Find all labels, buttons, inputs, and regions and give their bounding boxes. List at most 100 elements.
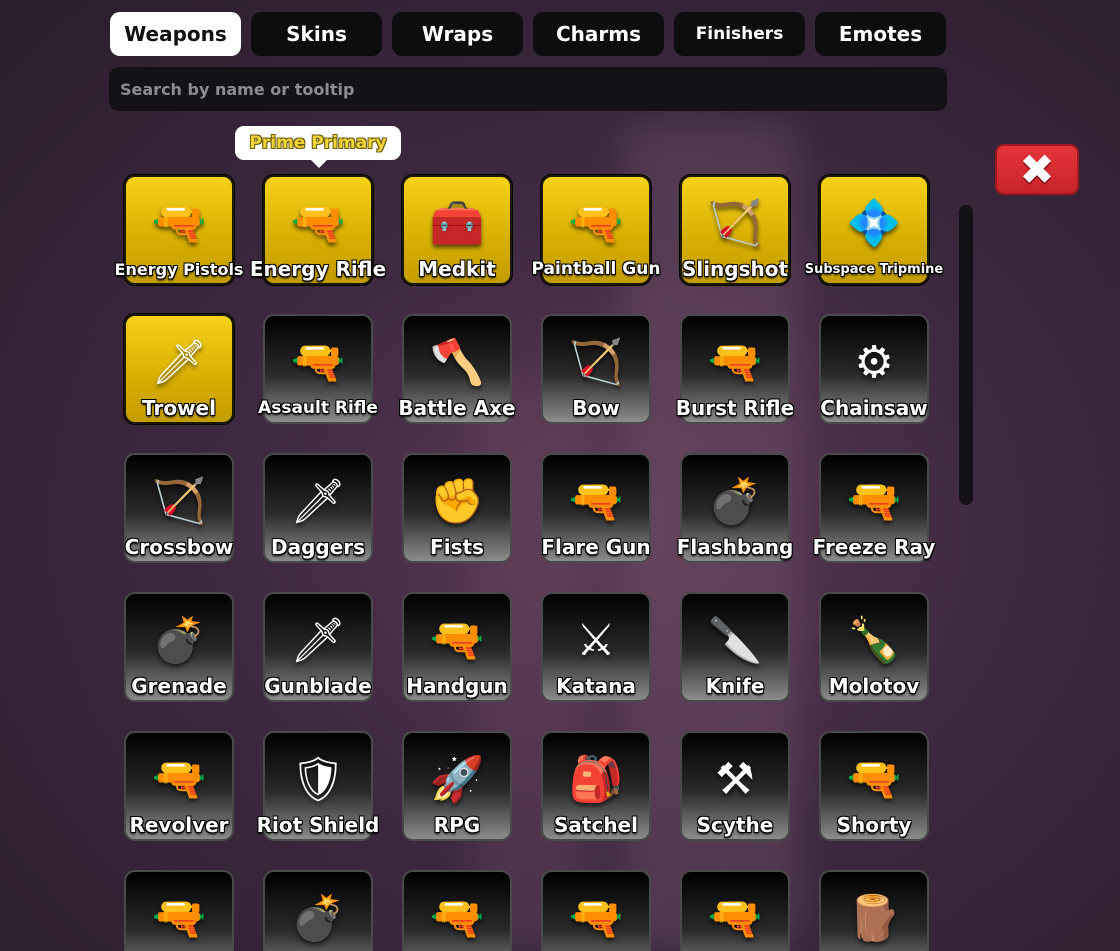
- weapon-icon: 🏹: [568, 336, 624, 388]
- scrollbar[interactable]: [959, 205, 973, 505]
- weapon-label: Flare Gun: [541, 535, 651, 559]
- weapon-label: Shorty: [836, 813, 912, 837]
- weapon-slot[interactable]: ⚔ Katana: [541, 592, 651, 702]
- tab-charms[interactable]: Charms: [533, 12, 664, 56]
- weapon-slot[interactable]: ✊ Fists: [402, 453, 512, 563]
- tab-weapons[interactable]: Weapons: [110, 12, 241, 56]
- weapon-icon: 🔫: [290, 197, 346, 249]
- weapon-icon: 🗡: [151, 336, 207, 388]
- weapon-slot[interactable]: 🪓 Battle Axe: [398, 314, 516, 424]
- weapon-slot[interactable]: 🏹 Crossbow: [124, 453, 234, 563]
- weapon-icon: 🔫: [151, 753, 207, 805]
- weapon-icon: 🪵: [846, 892, 902, 944]
- weapon-slot[interactable]: 🧰 Medkit: [402, 175, 512, 285]
- weapon-slot[interactable]: 🗡 Trowel: [124, 314, 234, 424]
- weapon-slot[interactable]: 🔫 Burst Rifle: [676, 314, 794, 424]
- weapon-icon: 🔫: [151, 892, 207, 944]
- category-tabs: Weapons Skins Wraps Charms Finishers Emo…: [110, 12, 946, 56]
- tab-finishers[interactable]: Finishers: [674, 12, 805, 56]
- weapon-slot[interactable]: 🪵: [819, 870, 929, 951]
- weapon-slot[interactable]: 🛡 Riot Shield: [257, 731, 379, 841]
- weapon-label: Bow: [572, 396, 620, 420]
- weapon-icon: 🔫: [429, 892, 485, 944]
- weapon-grid: 🔫 Energy Pistols 🔫 Energy Rifle 🧰 Medkit 🔫 Pain…: [115, 175, 943, 951]
- weapon-slot[interactable]: 🗡 Daggers: [263, 453, 373, 563]
- weapon-slot[interactable]: 🏹 Slingshot: [680, 175, 790, 285]
- weapon-slot[interactable]: 🔫 Freeze Ray: [813, 453, 935, 563]
- weapon-slot[interactable]: ⚙ Chainsaw: [819, 314, 929, 424]
- search-input[interactable]: [109, 67, 947, 111]
- weapon-slot[interactable]: 🔫 Revolver: [124, 731, 234, 841]
- weapon-slot[interactable]: 🔫 Energy Rifle: [250, 175, 386, 285]
- weapon-label: Fists: [430, 535, 484, 559]
- weapon-slot[interactable]: 🍾 Molotov: [819, 592, 929, 702]
- weapon-icon: 🚀: [429, 753, 485, 805]
- weapon-label: Scythe: [696, 813, 774, 837]
- weapon-icon: 🛡: [290, 753, 346, 805]
- weapon-icon: 🔫: [290, 336, 346, 388]
- weapon-icon: 🏹: [707, 197, 763, 249]
- weapon-label: Slingshot: [681, 257, 789, 281]
- weapon-icon: 💠: [846, 197, 902, 249]
- weapon-label: Katana: [556, 674, 636, 698]
- weapon-icon: 🗡: [290, 614, 346, 666]
- tab-wraps[interactable]: Wraps: [392, 12, 523, 56]
- weapon-slot[interactable]: 🔫: [124, 870, 234, 951]
- weapon-icon: 💣: [707, 475, 763, 527]
- tab-skins[interactable]: Skins: [251, 12, 382, 56]
- weapon-icon: 🎒: [568, 753, 624, 805]
- weapon-icon: 💣: [151, 614, 207, 666]
- weapon-label: Chainsaw: [820, 396, 928, 420]
- weapon-slot[interactable]: 🏹 Bow: [541, 314, 651, 424]
- weapon-icon: 🔫: [846, 753, 902, 805]
- weapon-icon: 🔫: [568, 475, 624, 527]
- weapon-label: Daggers: [270, 535, 366, 559]
- weapon-label: Grenade: [131, 674, 227, 698]
- weapon-slot[interactable]: 🔫: [541, 870, 651, 951]
- weapon-slot[interactable]: 🗡 Gunblade: [263, 592, 373, 702]
- close-button[interactable]: ✖: [995, 144, 1079, 195]
- weapon-label: Crossbow: [124, 535, 234, 559]
- weapon-slot[interactable]: 🔫 Energy Pistols: [115, 175, 243, 285]
- weapon-label: Handgun: [406, 674, 508, 698]
- weapon-label: Subspace Tripmine: [804, 262, 944, 277]
- weapon-slot[interactable]: 🎒 Satchel: [541, 731, 651, 841]
- weapon-slot[interactable]: 🚀 RPG: [402, 731, 512, 841]
- weapon-slot[interactable]: 💠 Subspace Tripmine: [805, 175, 943, 285]
- weapon-slot[interactable]: 🔫 Flare Gun: [541, 453, 651, 563]
- weapon-slot[interactable]: 🔫: [402, 870, 512, 951]
- weapon-label: Battle Axe: [398, 396, 516, 420]
- weapon-slot[interactable]: 🔫 Handgun: [402, 592, 512, 702]
- item-tooltip: Prime Primary: [235, 126, 401, 168]
- weapon-icon: ⚙: [854, 336, 894, 388]
- weapon-icon: 🔫: [707, 336, 763, 388]
- weapon-icon: ⚔: [576, 614, 616, 666]
- weapon-icon: 🍾: [846, 614, 902, 666]
- weapon-slot[interactable]: ⚒ Scythe: [680, 731, 790, 841]
- weapon-slot[interactable]: 💣: [263, 870, 373, 951]
- weapon-slot[interactable]: 🔫: [680, 870, 790, 951]
- weapon-label: RPG: [433, 813, 481, 837]
- weapon-icon: 🔪: [707, 614, 763, 666]
- weapon-slot[interactable]: 🔫 Assault Rifle: [258, 314, 378, 424]
- weapon-label: Revolver: [129, 813, 229, 837]
- weapon-label: Riot Shield: [256, 813, 380, 837]
- tab-emotes[interactable]: Emotes: [815, 12, 946, 56]
- weapon-icon: 🔫: [568, 892, 624, 944]
- weapon-slot[interactable]: 🔫 Shorty: [819, 731, 929, 841]
- weapon-icon: 🧰: [429, 197, 485, 249]
- weapon-label: Gunblade: [264, 674, 372, 698]
- close-icon: ✖: [1019, 144, 1055, 194]
- weapon-label: Flashbang: [676, 535, 794, 559]
- weapon-label: Knife: [705, 674, 765, 698]
- weapon-icon: 🪓: [429, 336, 485, 388]
- weapon-slot[interactable]: 🔪 Knife: [680, 592, 790, 702]
- weapon-slot[interactable]: 💣 Flashbang: [677, 453, 793, 563]
- weapon-label: Medkit: [418, 257, 496, 281]
- weapon-label: Assault Rifle: [258, 398, 378, 418]
- weapon-slot[interactable]: 🔫 Paintball Gun: [532, 175, 660, 285]
- weapon-slot[interactable]: 💣 Grenade: [124, 592, 234, 702]
- weapon-icon: 🔫: [707, 892, 763, 944]
- weapon-icon: 🔫: [429, 614, 485, 666]
- weapon-label: Satchel: [554, 813, 638, 837]
